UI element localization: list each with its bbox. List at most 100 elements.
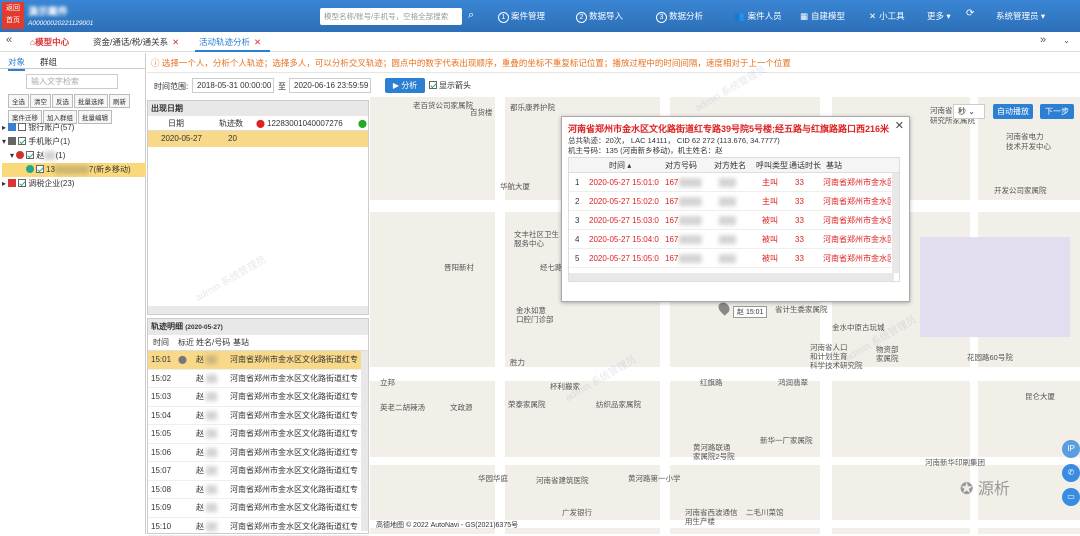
popup-horizontal-scrollbar[interactable] <box>569 273 894 281</box>
global-search-input[interactable]: 模型名称/账号/手机号，空格全部搜索 <box>320 8 462 25</box>
tab-relations[interactable]: 资金/通话/税/通关系✕ <box>93 36 179 48</box>
detail-row[interactable]: 15:03赵▒▒河南省郑州市金水区文化路街道红专 <box>148 388 368 407</box>
nav-data-analysis[interactable]: 3数据分析 <box>656 10 703 23</box>
start-time-input[interactable]: 2018-05-31 00:00:00 <box>192 78 274 93</box>
row-duration: 33 <box>795 230 804 249</box>
admin-menu[interactable]: 系统管理员 ▾ <box>996 10 1045 22</box>
row-call-type: 被叫 <box>762 249 778 268</box>
popup-row[interactable]: 32020-05-27 15:03:0167▒▒▒▒▒▒▒被叫33河南省郑州市金… <box>569 211 899 230</box>
analyze-button[interactable]: ▶ 分析 <box>385 78 425 93</box>
scroll-right-icon[interactable]: » <box>1040 34 1046 46</box>
step-3-icon: 3 <box>656 12 667 23</box>
ip-icon[interactable]: IP <box>1062 440 1080 458</box>
close-icon[interactable]: ✕ <box>172 37 179 47</box>
checkbox[interactable] <box>18 123 26 131</box>
close-icon[interactable]: ✕ <box>254 37 261 47</box>
show-arrow-option[interactable]: 显示箭头 <box>429 80 471 91</box>
tree-node-person[interactable]: ▾ 赵▒▒(1) <box>2 149 146 163</box>
refresh-icon[interactable]: ⟳ <box>966 8 974 19</box>
nav-data-import[interactable]: 2数据导入 <box>576 10 623 23</box>
active-tab-indicator <box>195 50 270 52</box>
tree-node-tax[interactable]: ▸ 调税企业(23) <box>2 177 146 191</box>
back-home-button[interactable]: 返回 首页 <box>2 2 24 29</box>
collapse-left-icon[interactable]: « <box>6 34 12 46</box>
popup-vertical-scrollbar[interactable] <box>892 173 899 273</box>
tree-node-phone[interactable]: ▾ 手机账户(1) <box>2 135 146 149</box>
close-icon[interactable]: ✕ <box>895 119 904 132</box>
occurrence-row[interactable]: 2020-05-27 20 <box>148 131 368 147</box>
nav-case-people[interactable]: 👥案件人员 <box>734 10 782 22</box>
tree-label: 手机账户(1) <box>28 137 70 146</box>
row-name: 赵 <box>196 518 204 536</box>
row-time: 2020-05-27 15:03:0 <box>589 211 667 230</box>
tab-track-analysis[interactable]: 活动轨迹分析✕ <box>199 36 261 48</box>
row-number: 167 <box>665 173 678 192</box>
detail-row[interactable]: 15:02赵▒▒河南省郑州市金水区文化路街道红专 <box>148 370 368 389</box>
case-code: A000000202211290​01 <box>28 20 93 27</box>
row-site: 河南省郑州市金水区文化路街道红专 <box>230 351 358 370</box>
detail-row[interactable]: 15:10赵▒▒河南省郑州市金水区文化路街道红专 <box>148 518 368 536</box>
checkbox[interactable] <box>26 151 34 159</box>
nav-label: 案件人员 <box>748 11 782 21</box>
location-marker-icon[interactable] <box>716 300 732 316</box>
detail-row[interactable]: 15:08赵▒▒河南省郑州市金水区文化路街道红专 <box>148 481 368 500</box>
detail-row[interactable]: 15:09赵▒▒河南省郑州市金水区文化路街道红专 <box>148 499 368 518</box>
detail-row[interactable]: 15:04赵▒▒河南省郑州市金水区文化路街道红专 <box>148 407 368 426</box>
row-name: 赵 <box>196 370 204 389</box>
object-search-input[interactable]: 输入文字检索 <box>26 74 118 89</box>
popup-row[interactable]: 12020-05-27 15:01:0167▒▒▒▒▒▒▒主叫33河南省郑州市金… <box>569 173 899 192</box>
tool-icon: ✕ <box>869 11 876 22</box>
object-tree: ▸ 银行账户(57) ▾ 手机账户(1) ▾ 赵▒▒(1) 13▒▒▒▒▒▒7(… <box>2 121 146 191</box>
refresh-button[interactable]: 刷新 <box>109 94 130 108</box>
tax-icon <box>8 179 16 187</box>
show-arrow-checkbox[interactable] <box>429 81 437 89</box>
row-index: 2 <box>575 192 579 211</box>
checkbox[interactable] <box>18 179 26 187</box>
nav-custom-model[interactable]: ▦自建模型 <box>800 10 845 22</box>
row-time: 2020-05-27 15:05:0 <box>589 249 667 268</box>
horizontal-scrollbar[interactable] <box>148 306 368 314</box>
autoplay-button[interactable]: 自动播放 <box>993 104 1033 119</box>
detail-row[interactable]: 15:01⬤赵▒▒河南省郑州市金水区文化路街道红专 <box>148 351 368 370</box>
map-label: 红旗路 <box>700 377 723 388</box>
invert-button[interactable]: 反选 <box>52 94 73 108</box>
occ-count: 20 <box>228 131 237 147</box>
vertical-scrollbar[interactable] <box>361 351 368 531</box>
select-all-button[interactable]: 全选 <box>8 94 29 108</box>
popup-row[interactable]: 22020-05-27 15:02:0167▒▒▒▒▒▒▒主叫33河南省郑州市金… <box>569 192 899 211</box>
checkbox[interactable] <box>18 137 26 145</box>
map-label: 黄河路第一小学 <box>628 473 681 484</box>
detail-row[interactable]: 15:07赵▒▒河南省郑州市金水区文化路街道红专 <box>148 462 368 481</box>
detail-row[interactable]: 15:05赵▒▒河南省郑州市金水区文化路街道红专 <box>148 425 368 444</box>
popup-row[interactable]: 52020-05-27 15:05:0167▒▒▒▒▒▒▒被叫33河南省郑州市金… <box>569 249 899 268</box>
end-time-input[interactable]: 2020-06-16 23:59:59 <box>289 78 371 93</box>
chevron-down-icon[interactable]: ⌄ <box>1063 35 1070 46</box>
map-label: 经七路 <box>540 262 563 273</box>
tree-node-number[interactable]: 13▒▒▒▒▒▒7(新乡移动) <box>2 163 146 177</box>
tree-suffix: 7(新乡移动) <box>89 165 131 174</box>
next-step-button[interactable]: 下一步 <box>1040 104 1074 119</box>
row-time: 15:09 <box>151 499 171 518</box>
popup-row[interactable]: 42020-05-27 15:04:0167▒▒▒▒▒▒▒被叫33河南省郑州市金… <box>569 230 899 249</box>
card-icon[interactable]: ▭ <box>1062 488 1080 506</box>
nav-case-management[interactable]: 1案件管理 <box>498 10 545 23</box>
clear-button[interactable]: 清空 <box>30 94 51 108</box>
tab-object[interactable]: 对象 <box>8 56 25 71</box>
speed-unit-select[interactable]: 秒 ⌄ <box>953 104 985 119</box>
tab-label: 模型中心 <box>35 37 69 47</box>
search-icon[interactable]: ⌕ <box>468 9 474 22</box>
tab-model-center[interactable]: ⌂模型中心 <box>30 36 69 48</box>
map-label: 家属院 <box>876 353 899 364</box>
batch-select-button[interactable]: 批量选择 <box>74 94 108 108</box>
detail-row[interactable]: 15:06赵▒▒河南省郑州市金水区文化路街道红专 <box>148 444 368 463</box>
row-time: 15:01 <box>151 351 171 370</box>
nav-more[interactable]: 更多 ▾ <box>927 10 951 22</box>
tree-label: 13 <box>46 165 55 174</box>
col-date: 日期 <box>168 116 184 131</box>
phone-icon[interactable]: ✆ <box>1062 464 1080 482</box>
tree-node-bank[interactable]: ▸ 银行账户(57) <box>2 121 146 135</box>
nav-tools[interactable]: ✕小工具 <box>869 10 905 22</box>
tab-group[interactable]: 群组 <box>40 56 57 68</box>
checkbox[interactable] <box>36 165 44 173</box>
col-time[interactable]: 时间 ▴ <box>609 158 631 173</box>
